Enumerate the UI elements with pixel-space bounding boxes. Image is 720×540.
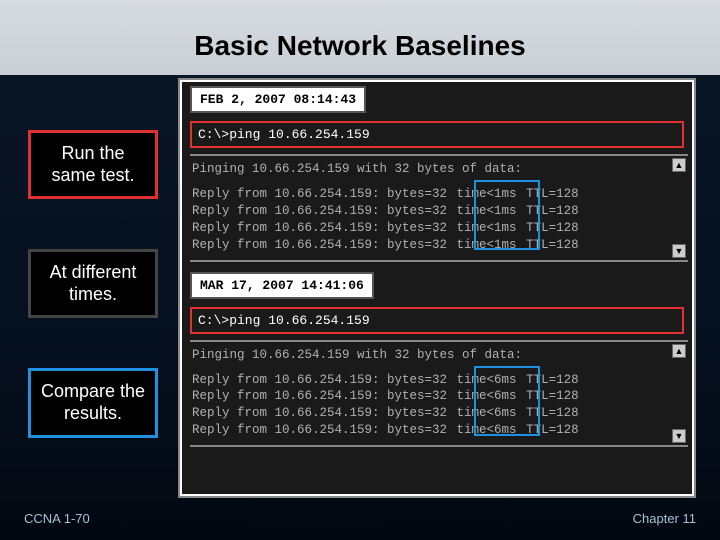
side-labels: Run the same test. At different times. C… <box>28 130 158 438</box>
scroll-up-icon[interactable]: ▲ <box>672 158 686 172</box>
output-region-2: ▲ ▼ Pinging 10.66.254.159 with 32 bytes … <box>190 340 688 448</box>
scroll-down-icon[interactable]: ▼ <box>672 244 686 258</box>
terminal-container: FEB 2, 2007 08:14:43 C:\>ping 10.66.254.… <box>178 78 696 498</box>
time-value: time<1ms <box>455 186 519 203</box>
reply-row: Reply from 10.66.254.159: bytes=32 time<… <box>192 405 668 422</box>
reply-row: Reply from 10.66.254.159: bytes=32 time<… <box>192 220 668 237</box>
slide-title: Basic Network Baselines <box>0 0 720 74</box>
reply-row: Reply from 10.66.254.159: bytes=32 time<… <box>192 186 668 203</box>
footer-left: CCNA 1-70 <box>24 511 90 526</box>
scroll-down-icon[interactable]: ▼ <box>672 429 686 443</box>
time-value: time<6ms <box>455 372 519 389</box>
ping-header-2: Pinging 10.66.254.159 with 32 bytes of d… <box>192 348 668 362</box>
time-value: time<6ms <box>455 388 519 405</box>
time-value: time<6ms <box>455 422 519 439</box>
label-run-test: Run the same test. <box>28 130 158 199</box>
footer-right: Chapter 11 <box>633 511 696 526</box>
reply-row: Reply from 10.66.254.159: bytes=32 time<… <box>192 203 668 220</box>
timestamp-2: MAR 17, 2007 14:41:06 <box>190 272 374 299</box>
ping-command-2: C:\>ping 10.66.254.159 <box>190 307 684 334</box>
output-region-1: ▲ ▼ Pinging 10.66.254.159 with 32 bytes … <box>190 154 688 262</box>
ping-header-1: Pinging 10.66.254.159 with 32 bytes of d… <box>192 162 668 176</box>
time-value: time<6ms <box>455 405 519 422</box>
reply-row: Reply from 10.66.254.159: bytes=32 time<… <box>192 422 668 439</box>
scroll-up-icon[interactable]: ▲ <box>672 344 686 358</box>
ping-command-1: C:\>ping 10.66.254.159 <box>190 121 684 148</box>
footer: CCNA 1-70 Chapter 11 <box>24 511 696 526</box>
reply-row: Reply from 10.66.254.159: bytes=32 time<… <box>192 388 668 405</box>
time-value: time<1ms <box>455 220 519 237</box>
time-value: time<1ms <box>455 203 519 220</box>
reply-row: Reply from 10.66.254.159: bytes=32 time<… <box>192 372 668 389</box>
label-different-times: At different times. <box>28 249 158 318</box>
timestamp-1: FEB 2, 2007 08:14:43 <box>190 86 366 113</box>
label-compare-results: Compare the results. <box>28 368 158 437</box>
reply-row: Reply from 10.66.254.159: bytes=32 time<… <box>192 237 668 254</box>
time-value: time<1ms <box>455 237 519 254</box>
